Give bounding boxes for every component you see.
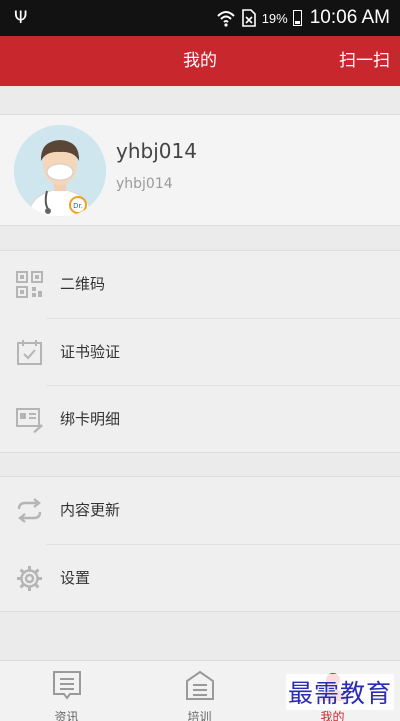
battery-icon: [292, 10, 302, 26]
card-icon: [16, 408, 43, 433]
doctor-avatar-icon: Dr.: [14, 125, 106, 217]
qr-code-icon: [16, 271, 43, 298]
menu-item-label: 绑卡明细: [60, 410, 121, 428]
menu-item-label: 内容更新: [60, 501, 121, 519]
calendar-check-icon: [17, 340, 42, 365]
user-id: yhbj014: [116, 176, 173, 192]
menu-item-label: 二维码: [60, 275, 106, 293]
tab-training[interactable]: 培训: [133, 661, 266, 721]
menu-item-label: 设置: [60, 569, 91, 587]
status-bar: Ψ 19% 10:06 AM: [0, 0, 400, 36]
profile-card[interactable]: Dr. yhbj014 yhbj014: [0, 114, 400, 226]
status-indicators: 19% 10:06 AM: [216, 0, 390, 36]
battery-percent: 19%: [261, 10, 288, 26]
menu-item-certificate-verify[interactable]: 证书验证: [17, 318, 400, 385]
menu-group-account: 二维码 证书验证 绑卡明细: [0, 250, 400, 453]
watermark-text: 最需教育: [285, 674, 394, 710]
svg-text:Dr.: Dr.: [73, 202, 83, 210]
no-sim-icon: [241, 9, 256, 27]
tab-label: 资讯: [54, 710, 79, 721]
tab-label: 培训: [187, 710, 212, 721]
refresh-icon: [17, 498, 42, 523]
menu-group-app: 内容更新 设置: [0, 476, 400, 612]
news-icon: [52, 671, 81, 700]
gear-icon: [17, 566, 42, 591]
menu-item-label: 证书验证: [60, 343, 121, 361]
menu-item-content-update[interactable]: 内容更新: [0, 477, 400, 544]
app-bar: 我的 扫一扫: [0, 36, 400, 86]
usb-icon: Ψ: [14, 8, 28, 28]
doctor-avatar[interactable]: Dr.: [14, 125, 106, 217]
scan-button[interactable]: 扫一扫: [339, 36, 390, 86]
clock: 10:06 AM: [309, 7, 390, 28]
wifi-icon: [216, 11, 235, 27]
username: yhbj014: [116, 139, 197, 163]
menu-item-qr-code[interactable]: 二维码: [0, 251, 400, 318]
menu-item-card-details[interactable]: 绑卡明细: [16, 385, 400, 452]
tab-news[interactable]: 资讯: [0, 661, 133, 721]
training-icon: [185, 670, 214, 700]
menu-item-settings[interactable]: 设置: [17, 544, 400, 611]
